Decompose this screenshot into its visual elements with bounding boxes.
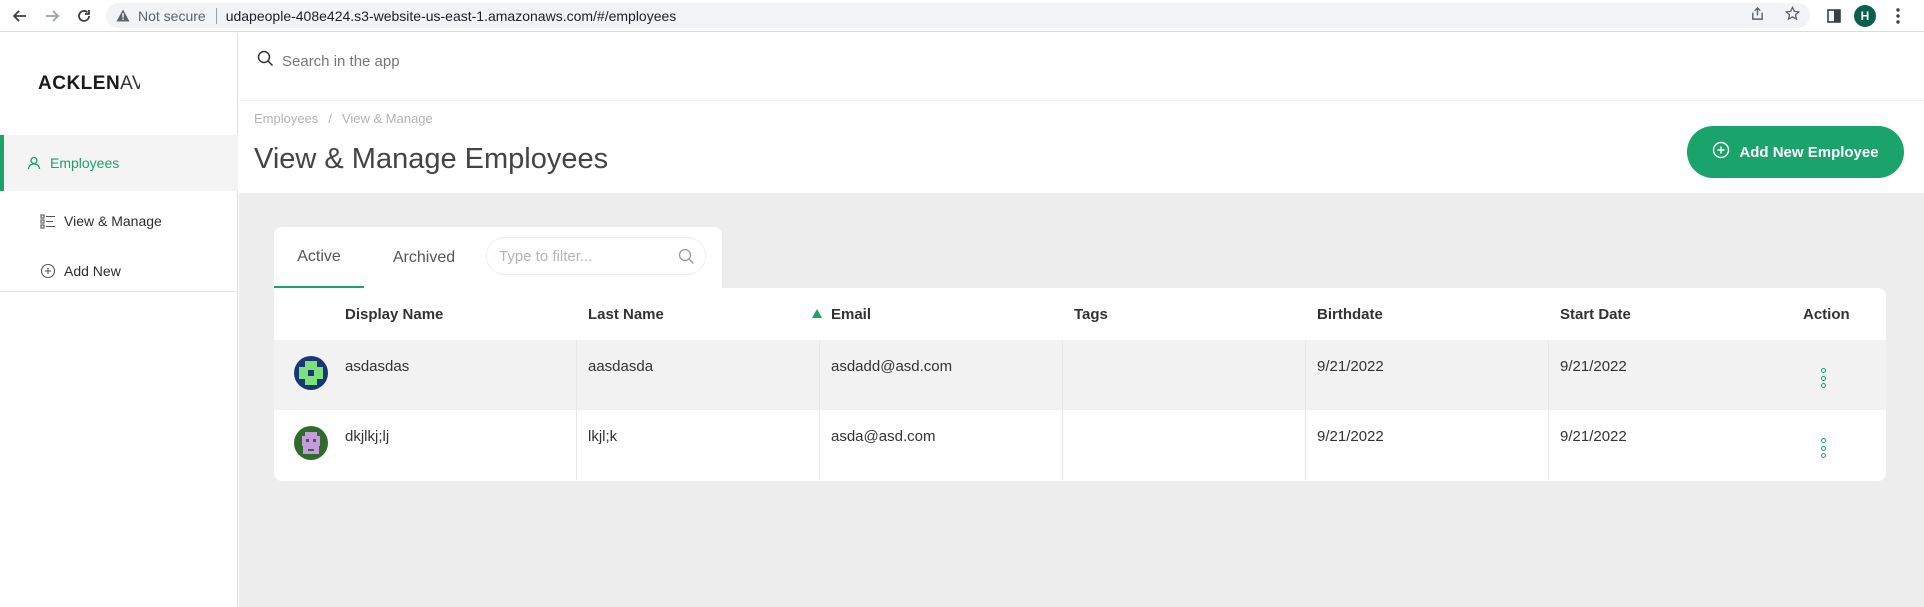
- menu-kebab-icon[interactable]: [1886, 0, 1910, 32]
- address-bar[interactable]: Not secure udapeople-408e424.s3-website-…: [106, 3, 1810, 28]
- breadcrumb-separator: /: [328, 111, 332, 126]
- column-divider: [1305, 410, 1306, 480]
- sidebar-item-label: View & Manage: [64, 213, 162, 229]
- reload-icon[interactable]: [70, 0, 98, 32]
- employees-table: Display Name Last Name Email Tags Birthd…: [274, 288, 1886, 481]
- url-text[interactable]: udapeople-408e424.s3-website-us-east-1.a…: [226, 8, 677, 24]
- sidebar-item-label: Employees: [50, 155, 120, 171]
- cell-birthdate: 9/21/2022: [1317, 428, 1384, 445]
- side-panel-icon[interactable]: [1822, 0, 1846, 32]
- tab-active[interactable]: Active: [274, 227, 364, 288]
- table-header: Display Name Last Name Email Tags Birthd…: [274, 288, 1886, 340]
- column-divider: [1305, 340, 1306, 410]
- table-row[interactable]: dkjlkj;lj lkjl;k asda@asd.com 9/21/2022 …: [274, 410, 1886, 480]
- search-input[interactable]: [282, 52, 682, 70]
- column-divider: [1062, 410, 1063, 480]
- page-header: Employees / View & Manage View & Manage …: [239, 101, 1924, 193]
- cell-display-name: dkjlkj;lj: [345, 428, 390, 445]
- company-logo[interactable]: ACKLENAV: [38, 73, 140, 95]
- sidebar-item-label: Add New: [64, 263, 121, 279]
- security-label[interactable]: Not secure: [138, 8, 206, 24]
- cell-last-name: aasdasda: [588, 358, 654, 375]
- cell-start-date: 9/21/2022: [1560, 358, 1627, 375]
- logo-text: ACKLEN: [38, 73, 121, 94]
- cell-email: asda@asd.com: [831, 428, 936, 445]
- add-new-employee-button[interactable]: Add New Employee: [1687, 126, 1904, 178]
- forward-arrow-icon[interactable]: [38, 0, 66, 32]
- column-header-action: Action: [1803, 305, 1850, 323]
- plus-circle-icon: [40, 263, 56, 279]
- row-actions-kebab-icon[interactable]: [1818, 438, 1828, 458]
- column-divider: [1548, 340, 1549, 410]
- column-divider: [576, 410, 577, 480]
- avatar: [294, 426, 328, 460]
- row-actions-kebab-icon[interactable]: [1818, 368, 1828, 388]
- column-divider: [576, 340, 577, 410]
- cell-birthdate: 9/21/2022: [1317, 358, 1384, 375]
- add-button-label: Add New Employee: [1739, 143, 1879, 161]
- cell-start-date: 9/21/2022: [1560, 428, 1627, 445]
- column-divider: [1548, 410, 1549, 480]
- browser-toolbar: Not secure udapeople-408e424.s3-website-…: [0, 0, 1924, 32]
- column-header-last-name[interactable]: Last Name: [588, 288, 664, 340]
- filter-field: [486, 237, 706, 275]
- search-icon: [257, 50, 274, 72]
- cell-last-name: lkjl;k: [588, 428, 618, 445]
- column-divider: [1062, 340, 1063, 410]
- search-icon[interactable]: [678, 248, 695, 270]
- column-divider: [819, 410, 820, 480]
- plus-circle-icon: [1712, 141, 1730, 163]
- tabs-card: Active Archived: [274, 227, 722, 288]
- column-header-display-name[interactable]: Display Name: [345, 288, 443, 340]
- column-header-email[interactable]: Email: [831, 288, 871, 340]
- breadcrumb-item-employees[interactable]: Employees: [254, 111, 318, 126]
- logo-text-partial: AV: [120, 73, 140, 94]
- column-divider: [819, 340, 820, 410]
- back-arrow-icon[interactable]: [6, 0, 34, 32]
- list-icon: [40, 213, 56, 229]
- bookmark-star-icon[interactable]: [1784, 5, 1801, 26]
- column-header-start-date[interactable]: Start Date: [1560, 288, 1631, 340]
- cell-email: asdadd@asd.com: [831, 358, 953, 375]
- sidebar-item-add-new[interactable]: Add New: [0, 251, 238, 291]
- breadcrumb: Employees / View & Manage: [254, 111, 433, 126]
- table-row[interactable]: asdasdas aasdasda asdadd@asd.com 9/21/20…: [274, 340, 1886, 410]
- column-header-tags[interactable]: Tags: [1074, 288, 1108, 340]
- sort-ascending-icon[interactable]: [812, 309, 822, 318]
- user-icon: [26, 155, 42, 171]
- app-topbar: [239, 33, 1924, 101]
- content-area: Active Archived Display Name Last Name E…: [239, 193, 1924, 607]
- warning-triangle-icon[interactable]: [116, 9, 130, 22]
- sidebar-item-view-manage[interactable]: View & Manage: [0, 201, 238, 241]
- breadcrumb-item-view-manage: View & Manage: [341, 111, 433, 126]
- address-divider: [215, 7, 217, 24]
- cell-display-name: asdasdas: [345, 358, 410, 375]
- sidebar: ACKLENAV Employees View & Manage Add New: [0, 33, 238, 607]
- search-bar: [257, 50, 682, 72]
- tab-archived[interactable]: Archived: [374, 227, 474, 288]
- avatar: [294, 356, 328, 390]
- profile-avatar[interactable]: H: [1853, 0, 1877, 32]
- profile-initial: H: [1854, 5, 1876, 27]
- page-title: View & Manage Employees: [254, 143, 609, 175]
- sidebar-divider: [0, 291, 238, 292]
- sidebar-item-employees[interactable]: Employees: [0, 135, 238, 191]
- share-icon[interactable]: [1750, 6, 1765, 26]
- filter-input[interactable]: [499, 247, 669, 265]
- column-header-birthdate[interactable]: Birthdate: [1317, 288, 1383, 340]
